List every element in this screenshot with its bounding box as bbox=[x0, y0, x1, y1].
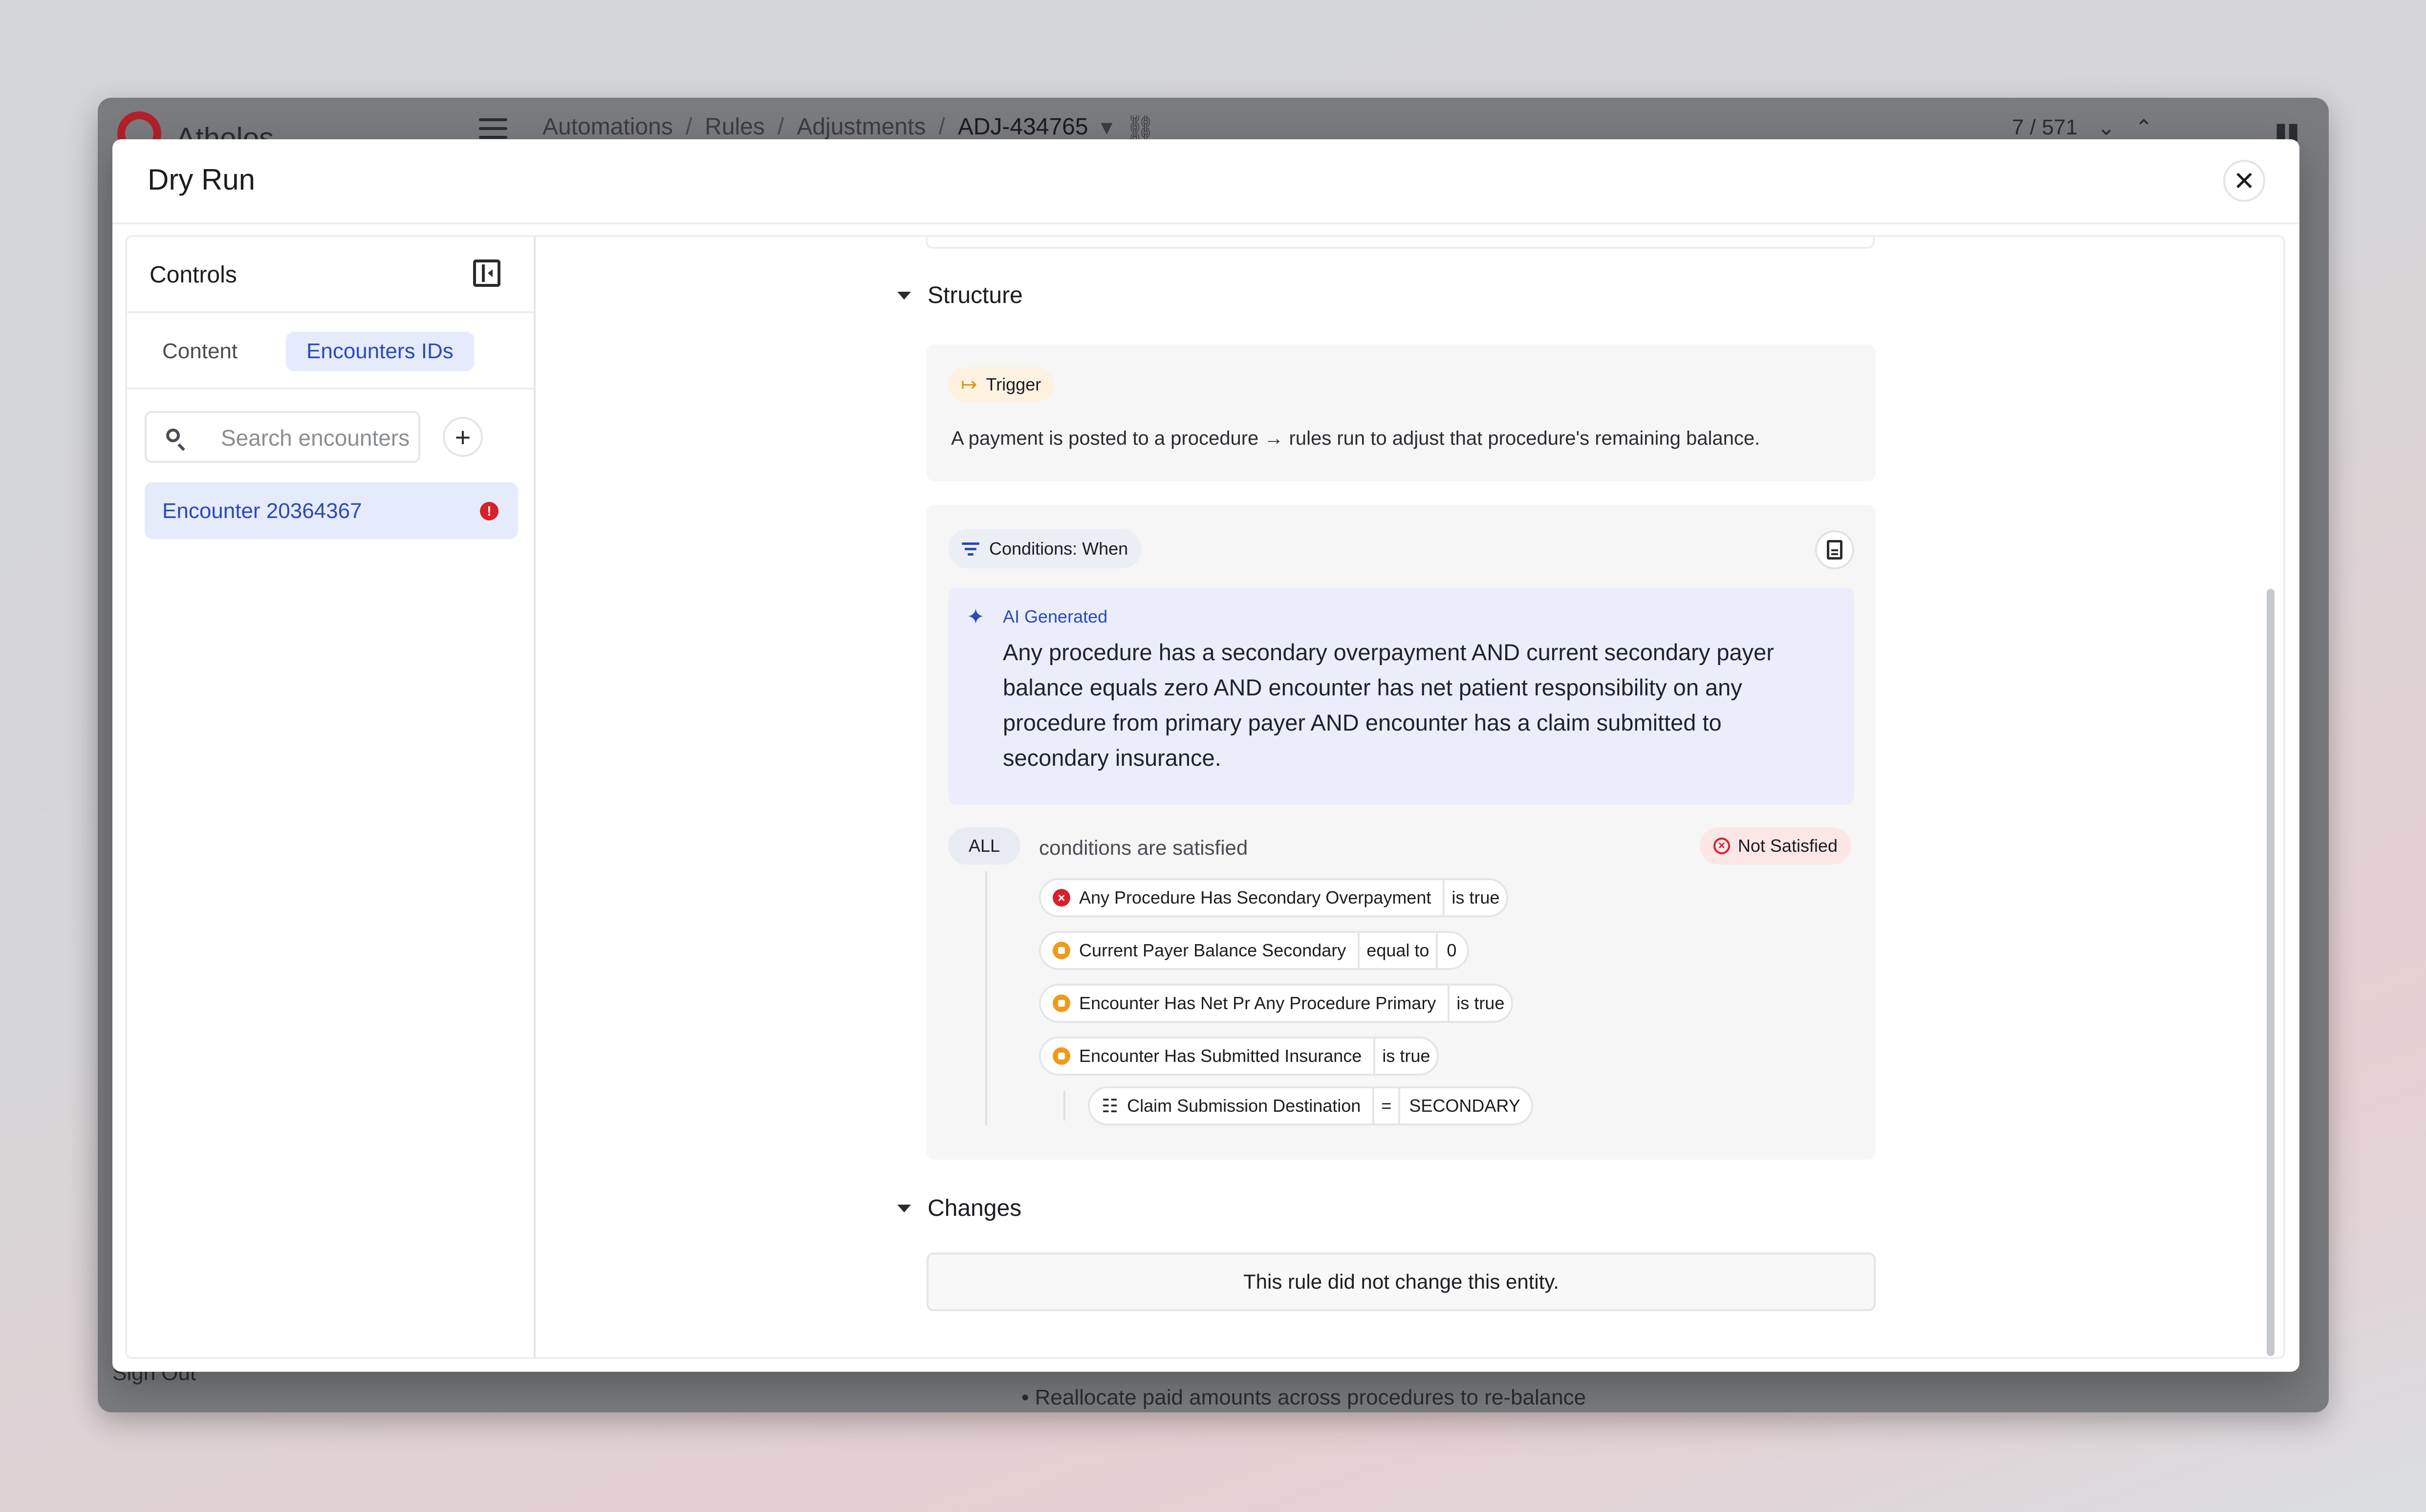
filter-icon bbox=[962, 540, 979, 559]
link-icon[interactable]: ⛓ bbox=[1126, 113, 1155, 141]
quantifier-text: conditions are satisfied bbox=[1039, 836, 1248, 859]
condition-operator: is true bbox=[1443, 880, 1506, 915]
condition-name: Any Procedure Has Secondary Overpayment bbox=[1079, 887, 1431, 907]
trigger-chip-label: Trigger bbox=[986, 374, 1041, 394]
encounter-label: Encounter 20364367 bbox=[162, 499, 362, 523]
condition-name: Encounter Has Submitted Insurance bbox=[1079, 1046, 1362, 1066]
scrollbar-thumb[interactable] bbox=[2267, 589, 2274, 1356]
chevron-up-icon[interactable]: ⌃ bbox=[2135, 115, 2153, 140]
condition-row[interactable]: × Any Procedure Has Secondary Overpayment… bbox=[1039, 878, 1509, 917]
close-button[interactable]: ✕ bbox=[2223, 160, 2265, 202]
breadcrumb-rules[interactable]: Rules bbox=[705, 113, 765, 141]
chevron-down-icon[interactable]: ▾ bbox=[1101, 113, 1113, 141]
ai-summary-text: Any procedure has a secondary overpaymen… bbox=[1003, 639, 1774, 771]
breadcrumb-separator: / bbox=[777, 114, 784, 140]
pending-icon bbox=[1053, 1047, 1070, 1065]
breadcrumb-separator: / bbox=[685, 114, 693, 140]
x-circle-icon: × bbox=[1713, 838, 1730, 854]
breadcrumb-current[interactable]: ADJ-434765 bbox=[958, 113, 1088, 141]
condition-operator: is true bbox=[1448, 986, 1511, 1021]
modal-title: Dry Run bbox=[148, 163, 256, 196]
status-badge: × Not Satisfied bbox=[1699, 827, 1851, 864]
sliders-icon: ☷ bbox=[1102, 1096, 1119, 1117]
condition-row[interactable]: Encounter Has Submitted Insurance is tru… bbox=[1039, 1037, 1439, 1076]
trigger-arrow-icon: ↦ bbox=[961, 374, 977, 395]
condition-name: Encounter Has Net Pr Any Procedure Prima… bbox=[1079, 993, 1436, 1013]
structure-section-toggle[interactable]: Structure bbox=[897, 282, 1023, 309]
chevron-down-icon[interactable]: ⌄ bbox=[2097, 115, 2115, 140]
parameter-operator: = bbox=[1372, 1088, 1398, 1123]
conditions-chip-label: Conditions: When bbox=[989, 539, 1128, 559]
search-icon bbox=[166, 429, 180, 442]
search-box bbox=[145, 411, 420, 463]
condition-operator: is true bbox=[1373, 1038, 1437, 1074]
condition-parameter-row[interactable]: ☷ Claim Submission Destination = SECONDAR… bbox=[1088, 1086, 1533, 1125]
fail-icon: × bbox=[1053, 889, 1070, 907]
pager-count: 7 / 571 bbox=[2012, 115, 2078, 139]
condition-row[interactable]: Encounter Has Net Pr Any Procedure Prima… bbox=[1039, 984, 1514, 1023]
sidebar-title: Controls bbox=[150, 262, 237, 288]
tree-connector bbox=[985, 871, 987, 1125]
tree-connector-nested bbox=[1063, 1091, 1065, 1121]
pending-icon bbox=[1053, 942, 1070, 959]
structure-heading: Structure bbox=[928, 282, 1023, 308]
condition-value: 0 bbox=[1436, 933, 1467, 968]
conditions-chip: Conditions: When bbox=[948, 529, 1142, 568]
parameter-name: Claim Submission Destination bbox=[1127, 1096, 1361, 1116]
trigger-description: A payment is posted to a procedure → rul… bbox=[951, 428, 1760, 449]
document-icon bbox=[1827, 540, 1842, 560]
changes-message: This rule did not change this entity. bbox=[927, 1253, 1876, 1311]
collapse-sidebar-icon[interactable] bbox=[473, 259, 500, 287]
breadcrumb-separator: / bbox=[938, 114, 945, 140]
trigger-chip: ↦ Trigger bbox=[948, 367, 1054, 402]
close-icon: ✕ bbox=[2233, 166, 2255, 196]
encounter-list-item[interactable]: Encounter 20364367 ! bbox=[145, 482, 518, 539]
breadcrumb-automations[interactable]: Automations bbox=[542, 113, 673, 141]
dry-run-modal: Dry Run ✕ Controls Content Encounters ID… bbox=[112, 139, 2299, 1372]
breadcrumb: Automations / Rules / Adjustments / ADJ-… bbox=[542, 113, 1155, 141]
ai-generated-label: AI Generated bbox=[1003, 606, 1108, 626]
parameter-value: SECONDARY bbox=[1398, 1088, 1531, 1123]
tab-encounters-ids[interactable]: Encounters IDs bbox=[286, 332, 474, 371]
controls-sidebar: Controls Content Encounters IDs + Encoun… bbox=[125, 235, 536, 1359]
trigger-card: ↦ Trigger A payment is posted to a proce… bbox=[927, 345, 1876, 481]
main-panel: Structure ↦ Trigger A payment is posted … bbox=[536, 235, 2285, 1359]
quantifier-badge[interactable]: ALL bbox=[948, 827, 1021, 864]
breadcrumb-adjustments[interactable]: Adjustments bbox=[797, 113, 926, 141]
previous-card-bottom bbox=[926, 237, 1875, 249]
status-badge-label: Not Satisfied bbox=[1737, 836, 1838, 856]
condition-name: Current Payer Balance Secondary bbox=[1079, 940, 1346, 960]
pager: 7 / 571 ⌄ ⌃ bbox=[2012, 115, 2153, 140]
condition-row[interactable]: Current Payer Balance Secondary equal to… bbox=[1039, 931, 1470, 970]
sidebar-header: Controls bbox=[127, 237, 534, 313]
add-encounter-button[interactable]: + bbox=[443, 417, 483, 457]
changes-heading: Changes bbox=[928, 1195, 1022, 1221]
changes-section-toggle[interactable]: Changes bbox=[897, 1195, 1021, 1222]
search-input[interactable] bbox=[220, 423, 412, 453]
sparkle-icon: ✦ bbox=[967, 605, 985, 629]
modal-header: Dry Run ✕ bbox=[112, 139, 2299, 224]
document-button[interactable] bbox=[1815, 530, 1854, 569]
caret-down-icon bbox=[897, 291, 911, 300]
background-bullet-text: • Reallocate paid amounts across procedu… bbox=[1021, 1385, 1586, 1409]
pending-icon bbox=[1053, 994, 1070, 1012]
caret-down-icon bbox=[897, 1204, 911, 1212]
condition-operator: equal to bbox=[1358, 933, 1436, 968]
sidebar-tabs: Content Encounters IDs bbox=[127, 313, 534, 389]
ai-summary-box: ✦ AI Generated Any procedure has a secon… bbox=[948, 588, 1854, 805]
conditions-card: Conditions: When ✦ AI Generated Any proc… bbox=[927, 505, 1876, 1160]
tab-content[interactable]: Content bbox=[142, 332, 258, 371]
error-icon: ! bbox=[480, 502, 498, 520]
